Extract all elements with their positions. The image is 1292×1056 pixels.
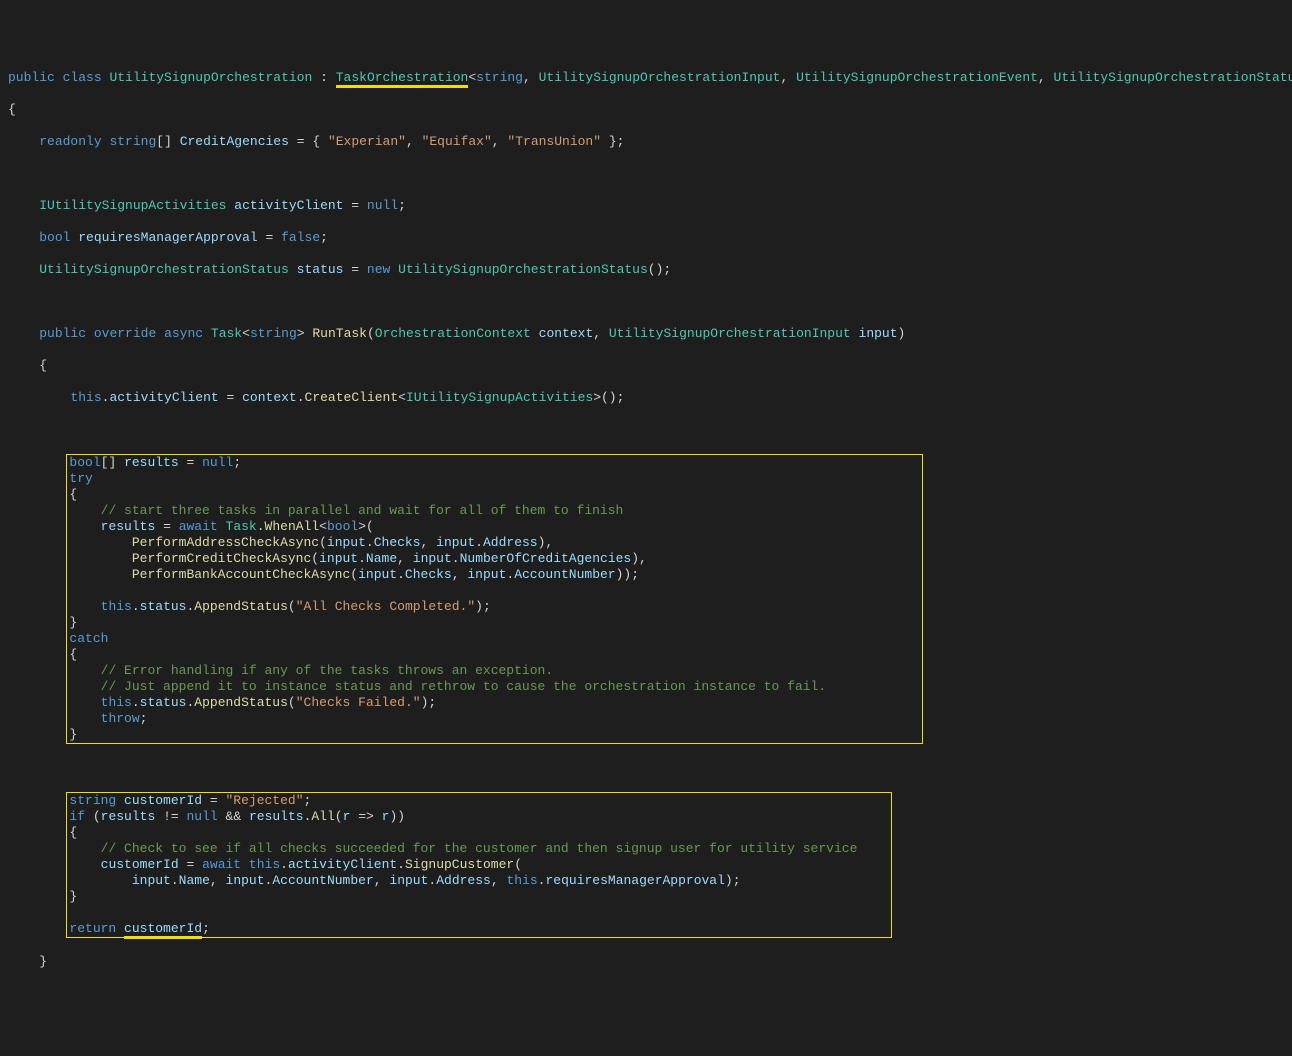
highlight-box-1: bool[] results = null; try { // start th… xyxy=(66,454,922,744)
code-line: { xyxy=(8,358,1284,374)
code-line: string customerId = "Rejected"; if (resu… xyxy=(8,792,1284,938)
code-line: { xyxy=(8,102,1284,118)
code-line: UtilitySignupOrchestrationStatus status … xyxy=(8,262,1284,278)
code-line xyxy=(8,760,1284,776)
code-line: bool[] results = null; try { // start th… xyxy=(8,454,1284,744)
code-line xyxy=(8,294,1284,310)
code-line xyxy=(8,422,1284,438)
code-line: IUtilitySignupActivities activityClient … xyxy=(8,198,1284,214)
code-line: bool requiresManagerApproval = false; xyxy=(8,230,1284,246)
code-line: } xyxy=(8,954,1284,970)
code-line xyxy=(8,166,1284,182)
code-line: this.activityClient = context.CreateClie… xyxy=(8,390,1284,406)
underline-highlight: TaskOrchestration xyxy=(336,70,469,88)
code-line: readonly string[] CreditAgencies = { "Ex… xyxy=(8,134,1284,150)
code-line: public class UtilitySignupOrchestration … xyxy=(8,70,1284,86)
highlight-box-2: string customerId = "Rejected"; if (resu… xyxy=(66,792,891,938)
underline-highlight: customerId xyxy=(124,921,202,939)
code-line: public override async Task<string> RunTa… xyxy=(8,326,1284,342)
